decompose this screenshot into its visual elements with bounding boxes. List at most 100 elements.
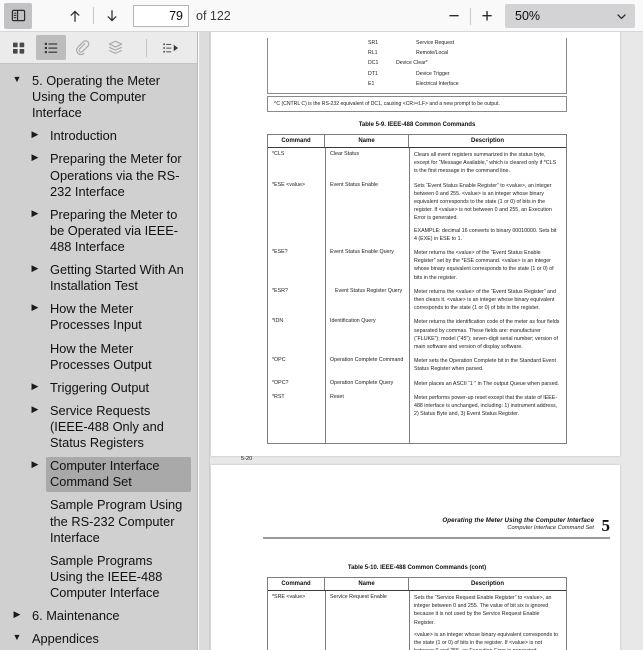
chapter-number: 5 <box>601 516 611 535</box>
interface-code-row: DC1 Device Clear* <box>268 60 566 70</box>
page-number-input[interactable]: 79 <box>133 4 189 27</box>
thumbnails-icon <box>13 42 25 54</box>
next-page-button[interactable] <box>97 3 127 29</box>
outline-item[interactable]: ▶ Triggering Output <box>0 377 197 400</box>
outline-item[interactable]: ▶ Introduction <box>0 125 197 148</box>
cell-name: Operation Complete Command <box>330 357 404 364</box>
triangle-right-icon[interactable]: ▶ <box>24 379 46 391</box>
interface-codes-box: SR1 Service Request RL1 Remote/Local DC1 Devi… <box>267 38 567 94</box>
table-row: *IDN Identification Query Meter returns th… <box>268 315 566 354</box>
cell-description: Meter returns the identification code of… <box>409 315 566 354</box>
outline-item-label: 5. Operating the Meter Using the Compute… <box>32 73 161 121</box>
arrow-up-icon <box>70 10 80 22</box>
zoom-out-button[interactable]: − <box>441 3 467 29</box>
interface-code: E1 <box>368 80 375 87</box>
outline-item[interactable]: ▼ Appendices <box>0 628 197 650</box>
interface-code-row: DT1 Device Trigger <box>268 71 566 81</box>
outline-item-label: Preparing the Meter to be Operated via I… <box>50 206 179 254</box>
page-navigation-group <box>60 3 127 29</box>
cell-name: Clear Status <box>330 151 360 157</box>
triangle-right-icon[interactable]: ▶ <box>24 300 46 312</box>
cell-command: *ESR? <box>272 287 288 294</box>
outline-item[interactable]: ▶Sample Program Using the RS-232 Compute… <box>0 494 197 549</box>
description-paragraph: Meter returns the identification code of… <box>414 319 560 351</box>
outline-item-label: Sample Programs Using the IEEE-488 Compu… <box>50 552 163 600</box>
zoom-level-value: 50% <box>515 9 541 23</box>
description-paragraph: <value> is an integer whose binary equiv… <box>414 631 558 650</box>
commands-table: Command Name Description *SRE <value> Ser… <box>267 577 567 650</box>
outline-item[interactable]: ▶ Preparing the Meter for Operations via … <box>0 148 197 203</box>
interface-code: DT1 <box>368 70 378 77</box>
triangle-down-icon[interactable]: ▼ <box>6 72 28 84</box>
triangle-down-icon[interactable]: ▼ <box>6 630 28 642</box>
outline-item[interactable]: ▶ Computer Interface Command Set <box>0 455 197 494</box>
running-head-title: Operating the Meter Using the Computer I… <box>442 517 594 524</box>
cell-name: Operation Complete Query <box>330 379 394 386</box>
outline-item[interactable]: ▶ Service Requests (IEEE-488 Only and Sta… <box>0 400 197 455</box>
layers-view-button[interactable] <box>100 35 130 60</box>
cell-description: Meter returns the <value> of the “Event … <box>409 246 566 285</box>
interface-code-name: Remote/Local <box>416 50 449 57</box>
triangle-right-icon[interactable]: ▶ <box>24 206 46 218</box>
sidebar: ▼ 5. Operating the Meter Using the Comput… <box>0 32 198 650</box>
table-row: *SRE <value> Service Request Enable Sets t… <box>268 591 566 650</box>
outline-item[interactable]: ▶How the Meter Processes Output <box>0 338 197 377</box>
document-outline-button[interactable] <box>36 35 66 60</box>
triangle-right-icon[interactable]: ▶ <box>24 457 46 469</box>
cell-description: Meter performs power-up reset except tha… <box>409 391 566 422</box>
cell-command: *IDN <box>272 318 284 325</box>
running-head: Operating the Meter Using the Computer I… <box>442 517 594 531</box>
outline-tree-scroll[interactable]: ▼ 5. Operating the Meter Using the Comput… <box>0 64 197 650</box>
previous-page-button[interactable] <box>60 3 90 29</box>
pdf-page-viewer[interactable]: SR1 Service Request RL1 Remote/Local DC1 Devi… <box>199 32 643 650</box>
table-header-row: Command Name Description <box>268 578 566 591</box>
interface-code-row: E1 Electrical Interface <box>268 81 566 91</box>
outline-item[interactable]: ▶ Getting Started With An Installation Te… <box>0 259 197 298</box>
column-header-name: Name <box>325 578 409 590</box>
sidebar-toolbar <box>0 32 197 64</box>
cell-command: *OPC? <box>272 379 289 386</box>
outline-item-label: Preparing the Meter for Operations via t… <box>50 151 182 199</box>
triangle-right-icon[interactable]: ▶ <box>24 150 46 162</box>
attachments-view-button[interactable] <box>68 35 98 60</box>
outline-item[interactable]: ▶ Preparing the Meter to be Operated via … <box>0 204 197 259</box>
outline-item-label: Service Requests (IEEE-488 Only and Stat… <box>50 402 164 451</box>
outline-item[interactable]: ▶Sample Programs Using the IEEE-488 Comp… <box>0 550 197 605</box>
description-paragraph: Meter places an ASCII “1 ” in The output… <box>414 380 560 387</box>
table-row: *OPC? Operation Complete Query Meter place… <box>268 377 566 391</box>
table-body: *CLS Clear Status Clears all event registe… <box>268 148 566 444</box>
zoom-level-select[interactable]: 50% <box>505 4 635 28</box>
outline-item[interactable]: ▶ How the Meter Processes Input <box>0 298 197 337</box>
interface-code-name: Device Clear* <box>396 60 428 67</box>
description-paragraph: Sets “Event Status Enable Register” to <… <box>414 182 552 222</box>
pdf-page: SR1 Service Request RL1 Remote/Local DC1 Devi… <box>211 32 620 462</box>
table-bottom-padding <box>268 421 566 443</box>
table-row: *RST Reset Meter performs power-up reset e… <box>268 391 566 422</box>
running-head-subtitle: Computer Interface Command Set <box>507 525 594 531</box>
cell-description: Sets the “Service Request Enable Registe… <box>409 591 566 650</box>
triangle-right-icon[interactable]: ▶ <box>6 607 28 619</box>
sidebar-toggle-button[interactable] <box>4 2 32 29</box>
interface-code: SR1 <box>368 40 379 46</box>
cell-name: Reset <box>330 393 344 400</box>
column-header-description: Description <box>470 581 504 587</box>
current-outline-item-button[interactable] <box>155 35 185 60</box>
outline-item[interactable]: ▶ 6. Maintenance <box>0 605 197 628</box>
thumbnails-view-button[interactable] <box>4 35 34 60</box>
triangle-right-icon[interactable]: ▶ <box>24 402 46 414</box>
sidebar-toolbar-divider <box>146 38 147 57</box>
table-row: *ESE? Event Status Enable Query Meter retu… <box>268 246 566 285</box>
zoom-in-button[interactable]: + <box>474 3 500 29</box>
column-header-command: Command <box>268 135 325 147</box>
outline-item[interactable]: ▼ 5. Operating the Meter Using the Comput… <box>0 70 197 125</box>
triangle-right-icon[interactable]: ▶ <box>24 127 46 139</box>
outline-item-label: Appendices <box>32 631 99 647</box>
cell-description: Clears all event registers summarized in… <box>409 148 566 179</box>
triangle-right-icon[interactable]: ▶ <box>24 261 46 273</box>
commands-table: Command Name Description *CLS Clear Statu… <box>267 134 567 445</box>
toolbar-divider <box>470 7 471 25</box>
cell-command: *RST <box>272 393 285 400</box>
description-paragraph: Meter returns the <value> of the “Event … <box>414 288 556 312</box>
description-paragraph: Meter performs power-up reset except tha… <box>414 394 558 418</box>
arrow-down-icon <box>107 9 117 21</box>
